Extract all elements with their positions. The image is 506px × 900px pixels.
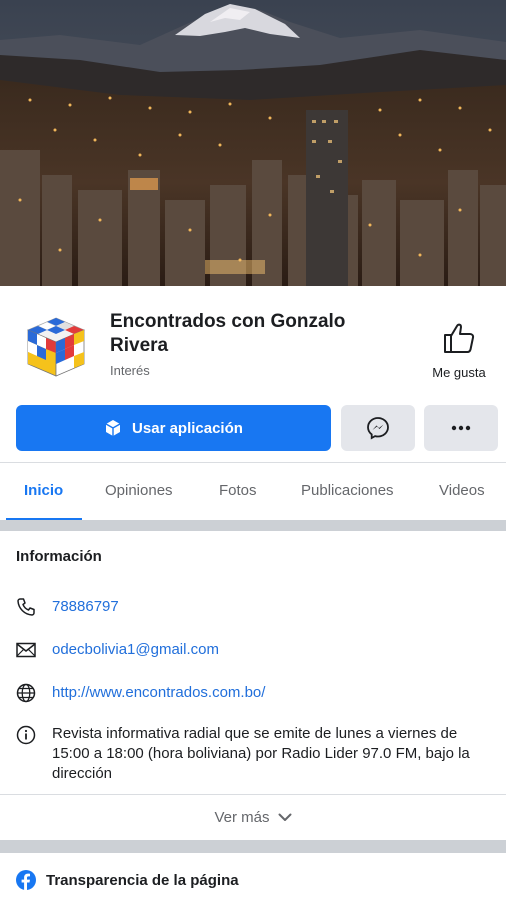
tab-inicio[interactable]: Inicio [24, 463, 63, 520]
info-section: Información 78886797 odecbolivia1@gmail.… [0, 531, 506, 791]
like-label: Me gusta [432, 365, 486, 380]
phone-icon [15, 596, 37, 618]
section-divider [0, 840, 506, 853]
info-icon [15, 724, 37, 746]
like-button[interactable]: Me gusta [424, 322, 494, 380]
messenger-icon [367, 417, 389, 440]
use-app-button[interactable]: Usar aplicación [16, 405, 331, 451]
website-link[interactable]: http://www.encontrados.com.bo/ [52, 684, 265, 701]
transparency-label: Transparencia de la página [46, 872, 239, 889]
app-cube-icon [104, 419, 122, 437]
use-app-label: Usar aplicación [132, 419, 243, 437]
tab-opiniones[interactable]: Opiniones [105, 463, 173, 520]
cover-photo-image [0, 0, 506, 286]
page-description: Revista informativa radial que se emite … [52, 725, 470, 782]
page-transparency-row[interactable]: Transparencia de la página [0, 853, 506, 900]
messenger-button[interactable] [341, 405, 415, 451]
page-title: Encontrados con Gonzalo Rivera [110, 311, 346, 356]
see-more-button[interactable]: Ver más [0, 794, 506, 840]
rubik-cube-logo [16, 308, 96, 388]
page-tabs: Inicio Opiniones Fotos Publicaciones Vid… [0, 462, 506, 520]
action-bar: Usar aplicación [0, 405, 506, 453]
section-divider [0, 520, 506, 531]
page-header: Encontrados con Gonzalo Rivera Interés M… [0, 286, 506, 396]
phone-link[interactable]: 78886797 [52, 598, 119, 615]
see-more-label: Ver más [214, 809, 270, 826]
tab-videos[interactable]: Videos [439, 463, 485, 520]
tab-fotos[interactable]: Fotos [219, 463, 257, 520]
facebook-icon [16, 870, 36, 895]
envelope-icon [15, 639, 37, 661]
tab-publicaciones[interactable]: Publicaciones [301, 463, 394, 520]
more-options-button[interactable] [424, 405, 498, 451]
cover-photo[interactable] [0, 0, 506, 286]
globe-icon [15, 682, 37, 704]
info-title: Información [16, 548, 102, 565]
more-dots-icon [451, 425, 471, 431]
page-category[interactable]: Interés [110, 363, 150, 378]
chevron-down-icon [278, 813, 292, 822]
page-avatar[interactable] [16, 308, 96, 388]
thumbs-up-icon [444, 323, 475, 353]
email-link[interactable]: odecbolivia1@gmail.com [52, 641, 219, 658]
